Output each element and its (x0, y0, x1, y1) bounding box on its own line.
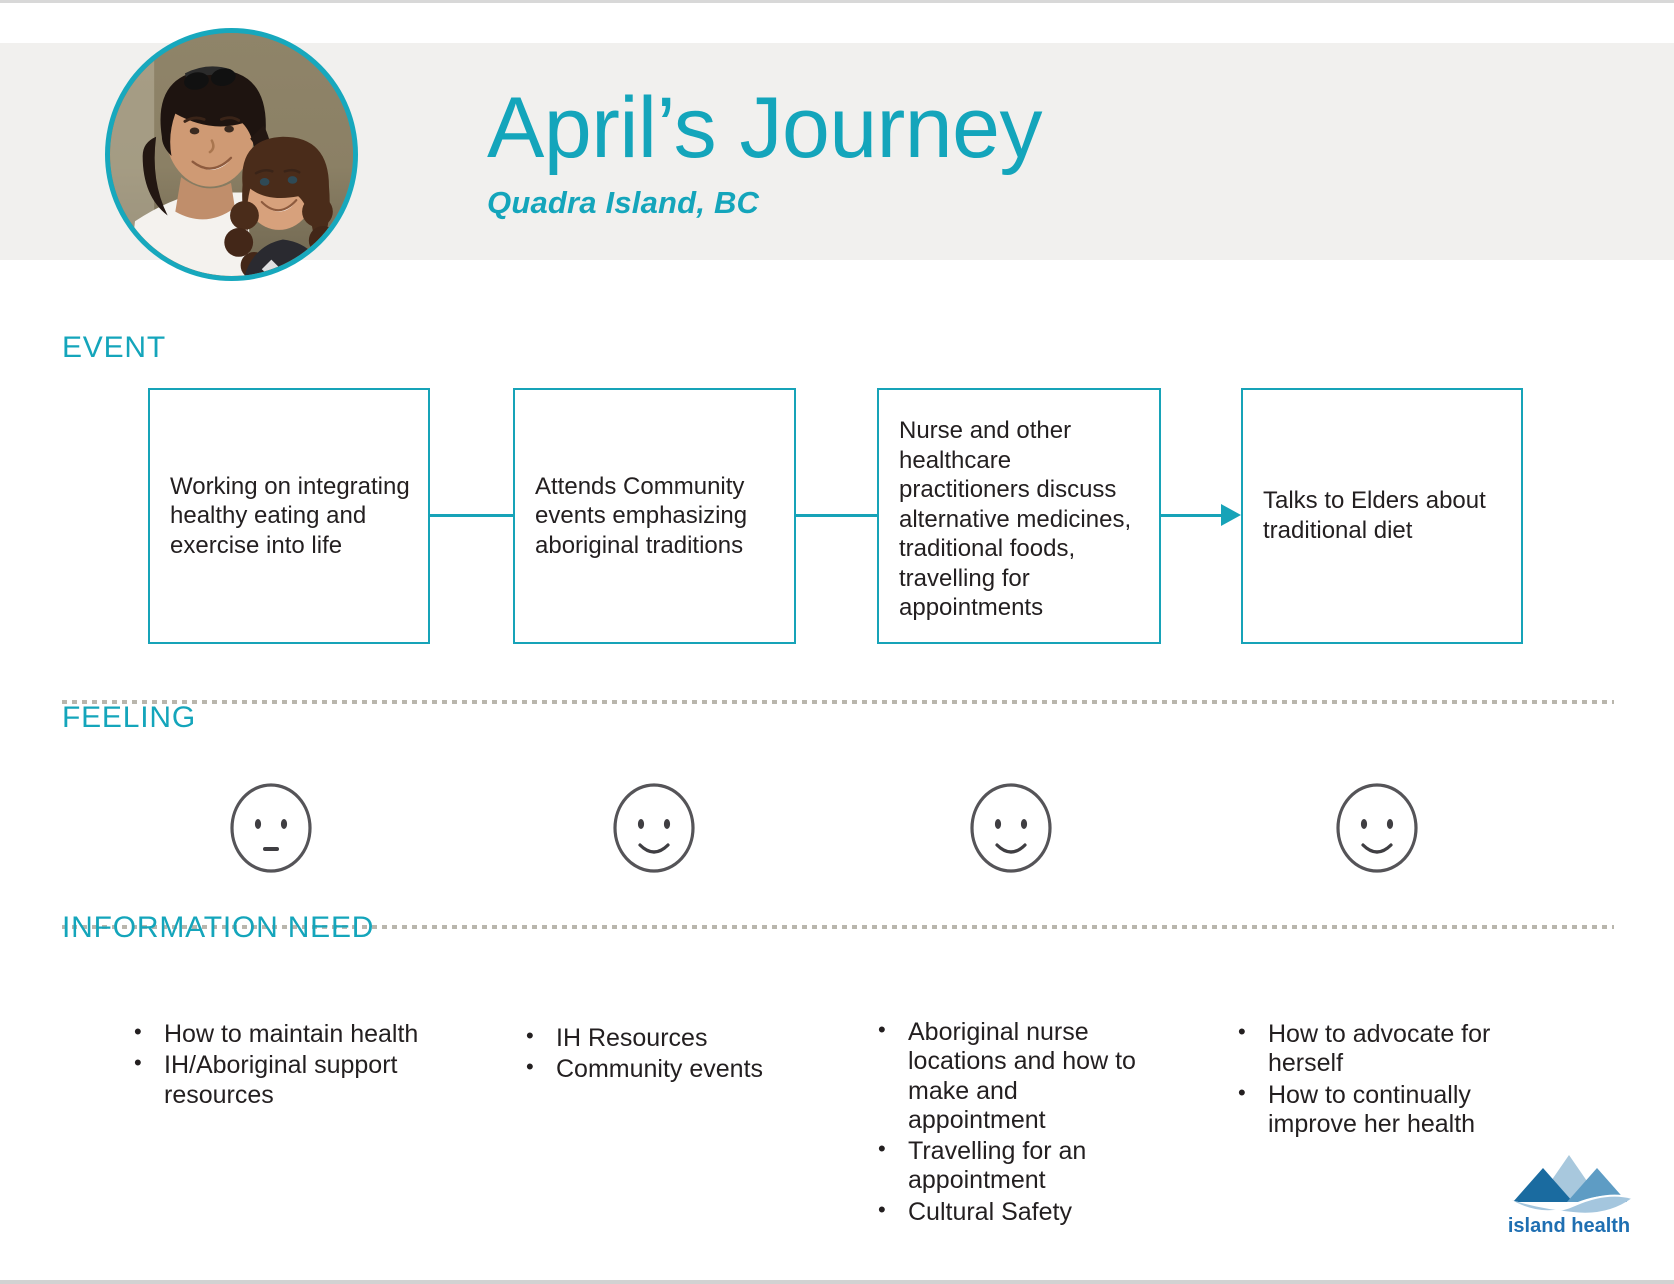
event-text: Attends Community events emphasizing abo… (535, 472, 748, 559)
event-box: Nurse and other healthcare practitioners… (877, 388, 1161, 644)
list-item: Cultural Safety (872, 1196, 1162, 1227)
list-item: Community events (520, 1054, 810, 1084)
information-need-list: IH Resources Community events (520, 1023, 810, 1085)
event-connector-arrow-line (1161, 514, 1223, 517)
event-text: Working on integrating healthy eating an… (170, 472, 410, 559)
event-connector-line (430, 514, 515, 517)
face-happy-icon (1331, 782, 1423, 874)
information-need-list: How to advocate for herself How to conti… (1232, 1019, 1512, 1140)
event-connector-line (796, 514, 879, 517)
event-text: Nurse and other healthcare practitioners… (899, 417, 1132, 622)
list-item: How to continually improve her health (1232, 1080, 1512, 1140)
top-edge-divider (0, 0, 1674, 3)
island-health-logo: island health (1503, 1152, 1635, 1238)
information-need-list: Aboriginal nurse locations and how to ma… (872, 1017, 1162, 1227)
page-title: April’s Journey (487, 80, 1042, 176)
information-need-list: How to maintain health IH/Aboriginal sup… (128, 1019, 448, 1110)
bottom-edge-divider (0, 1280, 1674, 1284)
information-need-column: IH Resources Community events (520, 1023, 810, 1087)
arrow-right-icon (1221, 504, 1241, 526)
face-happy-icon (608, 782, 700, 874)
dotted-divider (62, 700, 1614, 704)
list-item: How to maintain health (128, 1019, 448, 1049)
list-item: IH Resources (520, 1023, 810, 1053)
information-need-column: How to maintain health IH/Aboriginal sup… (128, 1019, 448, 1112)
information-need-column: Aboriginal nurse locations and how to ma… (872, 1017, 1162, 1229)
information-need-column: How to advocate for herself How to conti… (1232, 1019, 1512, 1141)
event-box: Working on integrating healthy eating an… (148, 388, 430, 644)
face-neutral-icon (225, 782, 317, 874)
section-label-event: EVENT (62, 331, 167, 364)
event-box: Attends Community events emphasizing abo… (513, 388, 796, 644)
event-row: Working on integrating healthy eating an… (0, 388, 1674, 644)
event-text: Talks to Elders about traditional diet (1263, 487, 1486, 544)
journey-map-slide: April’s Journey Quadra Island, BC EVENT … (0, 0, 1674, 1284)
event-box: Talks to Elders about traditional diet (1241, 388, 1523, 644)
title-block: April’s Journey Quadra Island, BC (487, 85, 1387, 221)
list-item: Travelling for an appointment (872, 1136, 1162, 1196)
logo-text: island health (1508, 1215, 1630, 1237)
feeling-row (0, 782, 1674, 882)
avatar (105, 28, 358, 281)
page-subtitle: Quadra Island, BC (487, 185, 760, 220)
face-happy-icon (965, 782, 1057, 874)
section-label-feeling: FEELING (62, 701, 196, 734)
section-label-information-need: INFORMATION NEED (62, 911, 375, 944)
list-item: How to advocate for herself (1232, 1019, 1512, 1079)
list-item: Aboriginal nurse locations and how to ma… (872, 1017, 1162, 1135)
list-item: IH/Aboriginal support resources (128, 1050, 448, 1110)
